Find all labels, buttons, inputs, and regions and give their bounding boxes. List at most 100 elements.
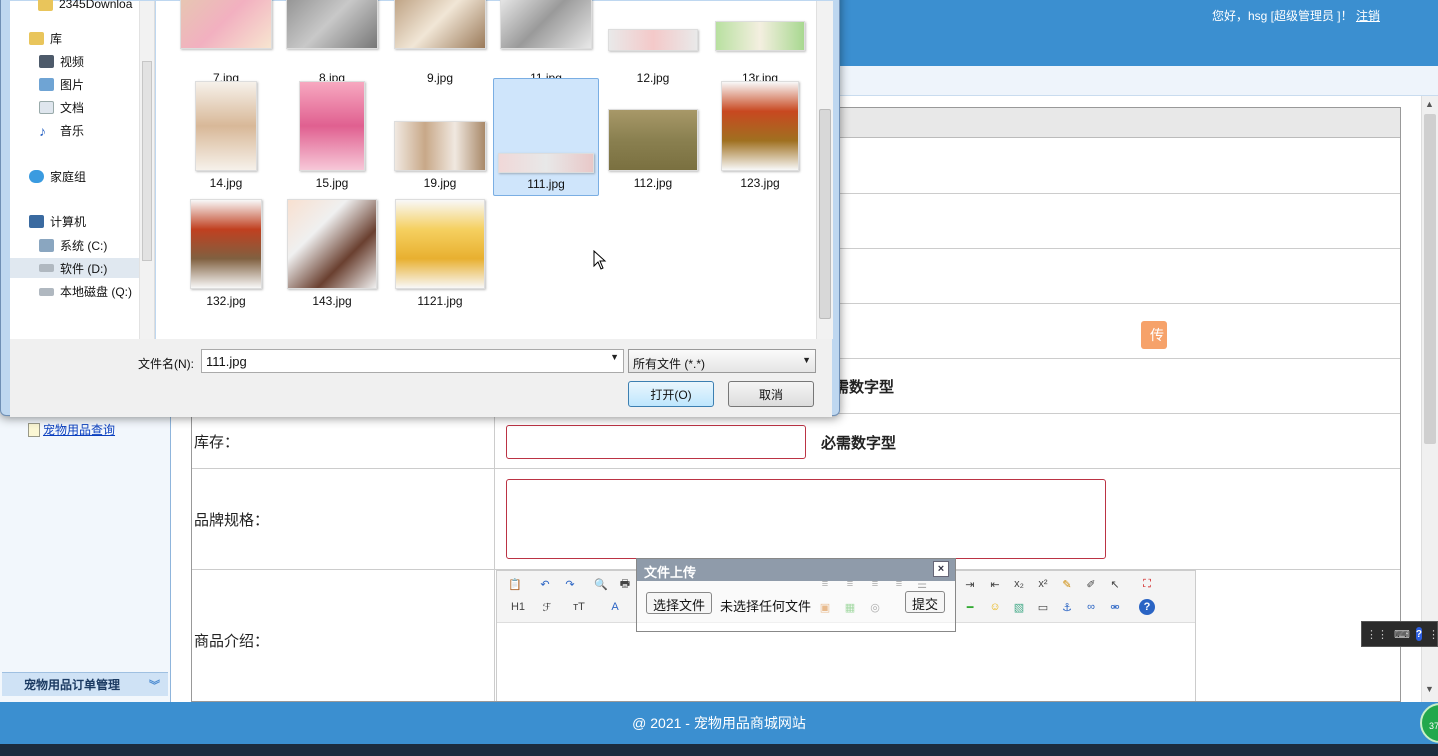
nav-music[interactable]: ♪ 音乐 [39,122,84,139]
user-info: 您好，hsg [超级管理员 ]！ 注销 [1212,7,1380,24]
redo-icon[interactable]: ↷ [562,576,578,592]
keyboard-icon[interactable]: ⌨ [1394,628,1410,641]
close-icon[interactable]: × [933,561,949,577]
upload-popup-title: 文件上传 [644,565,697,580]
file-thumbnail [715,21,805,51]
file-thumbnail [394,0,486,49]
paste-icon[interactable]: 📋 [507,576,523,592]
file-grid-scrollbar[interactable] [816,1,833,339]
file-thumbnail [190,199,262,289]
help-icon[interactable]: ? [1139,599,1155,615]
music-icon: ♪ [39,122,46,139]
file-thumbnail [721,81,799,171]
nav-folder-downloads[interactable]: 2345Downloa [38,0,132,11]
document-icon [28,422,40,437]
file-item[interactable]: 132.jpg [178,197,274,314]
nav-homegroup[interactable]: 家庭组 [29,168,86,185]
nav-computer[interactable]: 计算机 [29,213,86,230]
file-item[interactable]: 14.jpg [178,79,274,196]
nav-videos[interactable]: 视频 [39,53,84,70]
nav-documents[interactable]: 文档 [39,99,84,116]
file-thumbnail [608,109,698,171]
pagebreak-icon[interactable]: ▭ [1035,599,1051,615]
document-icon [39,101,54,114]
help-icon[interactable]: ? [1415,627,1422,641]
spec-textarea[interactable] [506,479,1106,559]
anchor-icon[interactable]: ⚓ [1059,599,1075,615]
choose-file-button[interactable]: 选择文件 [646,592,713,614]
unlink-icon[interactable]: ⚮ [1107,599,1123,615]
undo-icon[interactable]: ↶ [537,576,553,592]
filename-input[interactable]: 111.jpg ▼ [201,349,624,373]
nav-scroll-thumb[interactable] [142,61,152,261]
cancel-button[interactable]: 取消 [728,381,814,407]
upload-button[interactable]: 传 [1141,321,1167,349]
nav-drive-d[interactable]: 软件 (D:) [10,258,140,278]
file-item[interactable]: 143.jpg [284,197,380,314]
logout-link[interactable]: 注销 [1356,9,1380,23]
file-item-selected[interactable]: 111.jpg [493,78,599,196]
file-item[interactable]: 112.jpg [605,79,701,196]
intro-label: 商品介绍： [192,570,495,701]
open-button[interactable]: 打开(O) [628,381,714,407]
sidebar-category-orders[interactable]: 宠物用品订单管理 ︾ [2,672,168,696]
sidebar-link-label[interactable]: 宠物用品查询 [43,421,115,438]
picture-icon[interactable]: ▧ [1011,599,1027,615]
subscript-icon[interactable]: x₂ [1011,576,1027,592]
file-item[interactable]: 1121.jpg [392,197,488,314]
folder-icon [38,0,53,11]
file-item[interactable]: 19.jpg [392,79,488,196]
heading-icon[interactable]: H1 [507,599,529,615]
indent-icon[interactable]: ⇥ [962,576,978,592]
emoticon-icon[interactable]: ☺ [987,599,1003,615]
filetype-value: 所有文件 (*.*) [633,357,706,371]
file-item[interactable]: 15.jpg [284,79,380,196]
file-thumbnail [299,81,365,171]
select-icon[interactable]: ↖ [1107,576,1123,592]
filetype-select[interactable]: 所有文件 (*.*) ▼ [628,349,816,373]
video-icon [39,55,54,68]
file-item[interactable]: 123.jpg [712,79,808,196]
sidebar-item-product-query[interactable]: 宠物用品查询 [28,421,115,438]
file-thumbnail [287,199,377,289]
link-icon[interactable]: ∞ [1083,599,1099,615]
print-icon[interactable]: 🖶 [617,576,633,592]
spec-label: 品牌规格： [192,469,495,569]
font-color-icon[interactable]: A [607,599,623,615]
scroll-thumb[interactable] [1424,114,1436,444]
superscript-icon[interactable]: x² [1035,576,1051,592]
submit-button[interactable]: 提交 [905,591,946,613]
stock-input[interactable] [506,425,806,459]
nav-drive-c[interactable]: 系统 (C:) [39,237,107,254]
file-thumbnail [394,121,486,171]
font-size-icon[interactable]: тT [569,599,589,615]
file-thumbnail [500,0,592,49]
nav-library[interactable]: 库 [29,30,62,47]
file-grid: 7.jpg 8.jpg 9.jpg 11.jpg 12.jpg 13r.jpg … [156,0,816,339]
edit-icon[interactable]: ✐ [1083,576,1099,592]
clear-format-icon[interactable]: ✎ [1059,576,1075,592]
nav-pictures[interactable]: 图片 [39,76,84,93]
stock-hint: 必需数字型 [821,435,897,452]
scroll-down-icon[interactable]: ▼ [1425,684,1434,694]
file-thumbnail [180,0,272,49]
page-scrollbar[interactable]: ▲ ▼ [1421,96,1438,702]
drive-icon [39,239,54,252]
form-row-stock: 库存： 必需数字型 [192,414,1400,469]
chevron-down-icon[interactable]: ▼ [610,352,619,362]
nav-scrollbar[interactable] [139,1,154,339]
file-grid-scroll-thumb[interactable] [819,109,831,319]
hr-icon[interactable]: ━ [962,599,978,615]
font-family-icon[interactable]: ℱ [539,599,555,615]
nav-drive-q[interactable]: 本地磁盘 (Q:) [39,283,132,300]
outdent-icon[interactable]: ⇤ [987,576,1003,592]
preview-icon[interactable]: 🔍 [593,576,609,592]
homegroup-icon [29,170,44,183]
ime-toolbar[interactable]: ⋮⋮ ⌨ ? ⋮ [1361,621,1438,647]
form-row-spec: 品牌规格： [192,469,1400,570]
scroll-up-icon[interactable]: ▲ [1425,99,1434,109]
menu-icon[interactable]: ⋮ [1428,628,1438,641]
chevron-down-icon[interactable]: ▼ [802,355,811,365]
upload-popup-header: 文件上传 × [637,559,955,581]
fullscreen-icon[interactable]: ⛶ [1139,576,1155,592]
